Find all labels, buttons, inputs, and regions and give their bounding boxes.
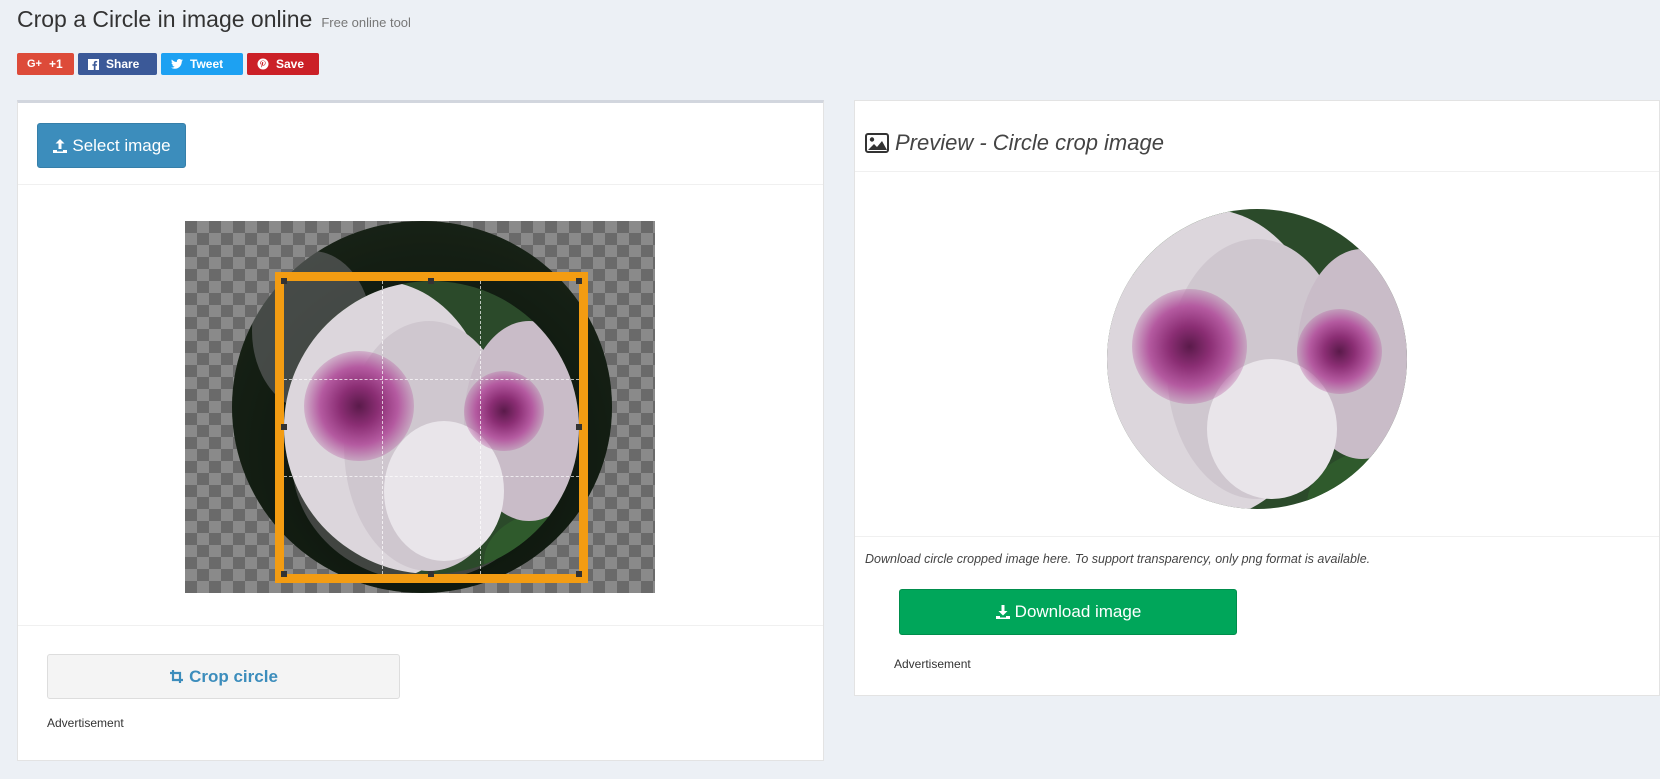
resize-handle[interactable] bbox=[281, 424, 287, 430]
crop-circle-button[interactable]: Crop circle bbox=[47, 654, 400, 699]
tweet-label: Tweet bbox=[190, 57, 224, 71]
resize-handle[interactable] bbox=[428, 571, 434, 577]
pinterest-save-label: Save bbox=[276, 57, 305, 71]
pinterest-icon bbox=[257, 58, 269, 70]
download-image-button[interactable]: Download image bbox=[899, 589, 1237, 635]
google-plus-icon: G+ bbox=[27, 58, 42, 70]
page-subtitle: Free online tool bbox=[321, 15, 411, 30]
download-image-label: Download image bbox=[1014, 602, 1142, 621]
gplus-button[interactable]: G+ +1 bbox=[17, 53, 74, 75]
crop-icon bbox=[170, 669, 184, 683]
resize-handle[interactable] bbox=[428, 278, 434, 284]
preview-title: Preview - Circle crop image bbox=[895, 130, 1164, 155]
crop-circle-label: Crop circle bbox=[189, 666, 278, 686]
crop-circle-preview bbox=[284, 281, 579, 574]
advertisement-label: Advertisement bbox=[47, 716, 124, 730]
resize-handle[interactable] bbox=[281, 571, 287, 577]
cropped-image-preview bbox=[1107, 209, 1407, 509]
divider bbox=[18, 184, 823, 185]
page-header: Crop a Circle in image online Free onlin… bbox=[17, 6, 411, 33]
preview-heading: Preview - Circle crop image bbox=[865, 130, 1164, 156]
download-icon bbox=[995, 605, 1010, 619]
download-note: Download circle cropped image here. To s… bbox=[865, 552, 1371, 566]
page-title: Crop a Circle in image online bbox=[17, 6, 313, 32]
gplus-label: +1 bbox=[48, 57, 63, 71]
resize-handle[interactable] bbox=[576, 424, 582, 430]
facebook-share-label: Share bbox=[106, 57, 140, 71]
select-image-label: Select image bbox=[72, 135, 171, 155]
pinterest-save-button[interactable]: Save bbox=[247, 53, 319, 75]
social-share-bar: G+ +1 Share Tweet Save bbox=[17, 53, 319, 75]
editor-panel: Select image Crop circle Advertisement bbox=[17, 100, 824, 761]
divider bbox=[855, 171, 1659, 172]
divider bbox=[18, 625, 823, 626]
twitter-icon bbox=[171, 59, 183, 69]
resize-handle[interactable] bbox=[576, 278, 582, 284]
crop-selection-box[interactable] bbox=[275, 272, 588, 583]
resize-handle[interactable] bbox=[576, 571, 582, 577]
divider bbox=[855, 536, 1659, 537]
tweet-button[interactable]: Tweet bbox=[161, 53, 243, 75]
select-image-button[interactable]: Select image bbox=[37, 123, 186, 168]
crop-canvas[interactable] bbox=[185, 221, 655, 593]
facebook-share-button[interactable]: Share bbox=[78, 53, 157, 75]
resize-handle[interactable] bbox=[281, 278, 287, 284]
advertisement-label: Advertisement bbox=[894, 657, 971, 671]
image-icon bbox=[865, 133, 889, 153]
preview-panel: Preview - Circle crop image Download cir… bbox=[854, 100, 1660, 696]
facebook-icon bbox=[88, 58, 99, 70]
upload-icon bbox=[53, 138, 68, 153]
